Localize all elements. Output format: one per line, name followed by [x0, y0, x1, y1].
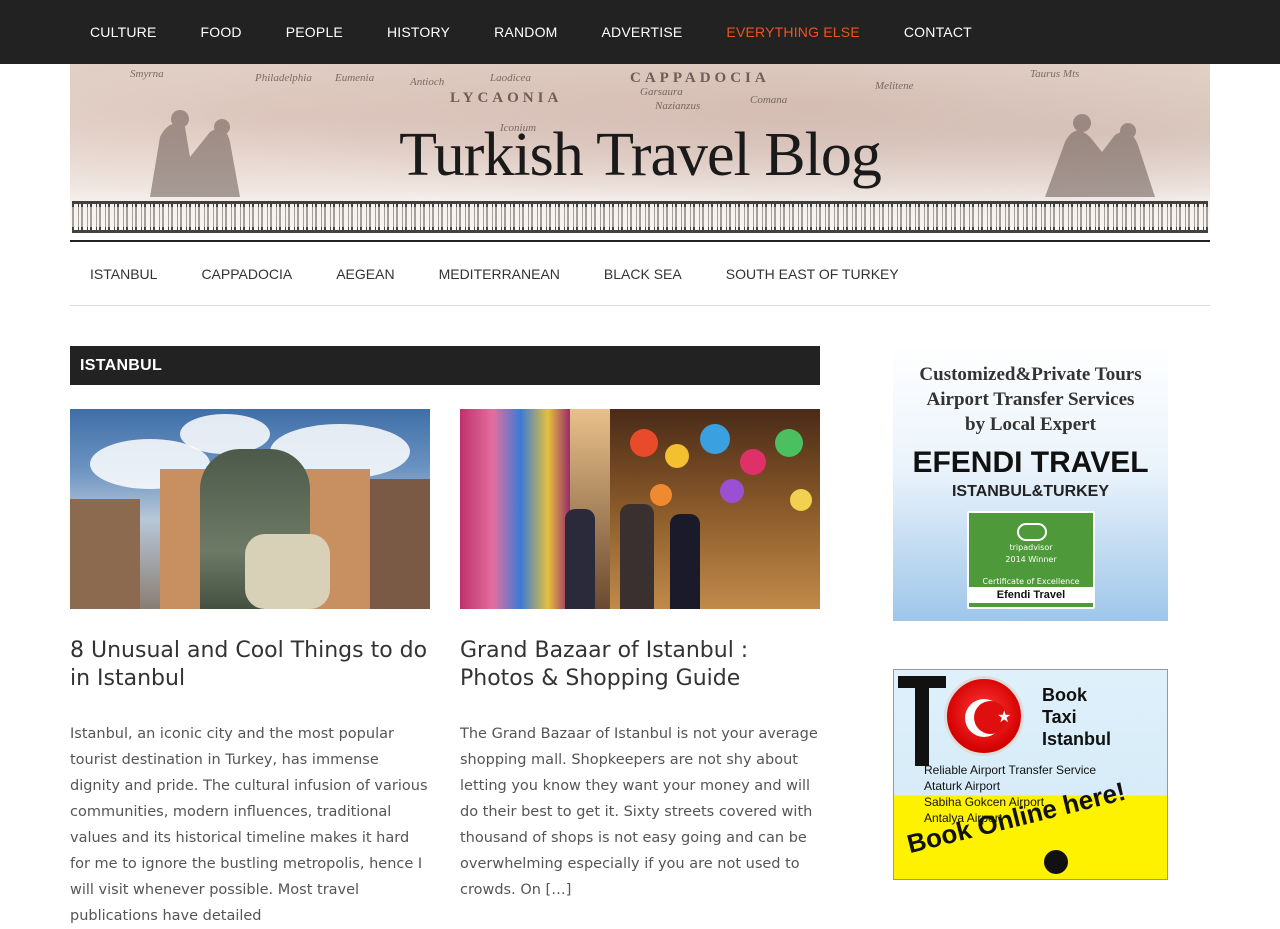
- region-nav-istanbul[interactable]: ISTANBUL: [70, 266, 179, 282]
- top-nav-list: CULTURE FOOD PEOPLE HISTORY RANDOM ADVER…: [0, 0, 1280, 64]
- top-nav-everything-else[interactable]: EVERYTHING ELSE: [704, 24, 881, 40]
- building: [70, 499, 140, 609]
- map-label: Nazianzus: [655, 100, 701, 112]
- map-label: LYCAONIA: [450, 90, 563, 106]
- post-excerpt: Istanbul, an iconic city and the most po…: [70, 726, 428, 924]
- region-nav-mediterranean[interactable]: MEDITERRANEAN: [419, 266, 582, 282]
- taxi-logo-icon: [898, 676, 946, 766]
- certificate-name: Efendi Travel: [969, 587, 1093, 603]
- ad-headline-line: Istanbul: [1042, 729, 1112, 749]
- region-nav: ISTANBUL CAPPADOCIA AEGEAN MEDITERRANEAN…: [70, 240, 1210, 306]
- map-label: Philadelphia: [255, 72, 312, 84]
- post-card: 8 Unusual and Cool Things to do in Istan…: [70, 409, 430, 929]
- map-label: CAPPADOCIA: [630, 70, 770, 86]
- lamp: [700, 424, 730, 454]
- lamp: [740, 449, 766, 475]
- lamp: [775, 429, 803, 457]
- post-thumbnail[interactable]: [460, 409, 820, 609]
- lamp: [630, 429, 658, 457]
- person-icon: [1044, 850, 1068, 874]
- lamp: [790, 489, 812, 511]
- certificate-brand: tripadvisor: [1009, 543, 1053, 552]
- site-title[interactable]: Turkish Travel Blog: [70, 120, 1210, 191]
- region-nav-black-sea[interactable]: BLACK SEA: [584, 266, 704, 282]
- certificate-label: Certificate of Excellence: [982, 577, 1080, 586]
- ad-subtitle: ISTANBUL&TURKEY: [951, 483, 1110, 500]
- ad-headline-line: Book: [1042, 685, 1087, 705]
- cloud: [180, 414, 270, 454]
- post-title[interactable]: Grand Bazaar of Istanbul : Photos & Shop…: [460, 637, 820, 693]
- book-taxi-istanbul-ad[interactable]: ★ Book Taxi Istanbul Reliable Airport Tr…: [893, 669, 1168, 880]
- post-thumbnail[interactable]: [70, 409, 430, 609]
- person: [670, 514, 700, 609]
- post-excerpt: The Grand Bazaar of Istanbul is not your…: [460, 726, 818, 898]
- lamp: [720, 479, 744, 503]
- person: [565, 509, 595, 609]
- post-card: Grand Bazaar of Istanbul : Photos & Shop…: [460, 409, 820, 903]
- textile-stall: [460, 409, 570, 609]
- ad-brand: EFENDI TRAVEL: [912, 446, 1149, 479]
- map-label: Antioch: [410, 76, 445, 88]
- lamp: [665, 444, 689, 468]
- archive-title: ISTANBUL: [70, 346, 820, 385]
- map-label: Melitene: [875, 80, 914, 92]
- region-nav-cappadocia[interactable]: CAPPADOCIA: [181, 266, 314, 282]
- person: [620, 504, 654, 609]
- ad-headline: by Local Expert: [965, 414, 1096, 435]
- map-label: Laodicea: [490, 72, 531, 84]
- top-nav-culture[interactable]: CULTURE: [68, 24, 178, 40]
- map-label: Garsaura: [640, 86, 683, 98]
- region-nav-south-east[interactable]: SOUTH EAST OF TURKEY: [706, 266, 921, 282]
- map-label: Smyrna: [130, 68, 164, 80]
- ad-headline: Customized&Private Tours: [919, 364, 1142, 385]
- ad-headline-line: Taxi: [1042, 707, 1077, 727]
- region-nav-list: ISTANBUL CAPPADOCIA AEGEAN MEDITERRANEAN…: [70, 242, 1210, 306]
- certificate-badge: tripadvisor 2014 Winner Certificate of E…: [967, 511, 1095, 609]
- greek-key-inner: [72, 207, 1208, 227]
- ad-headline: Airport Transfer Services: [926, 389, 1135, 410]
- map-label: Comana: [750, 94, 788, 106]
- mural-figure: [245, 534, 330, 609]
- ad-service-line: Reliable Airport Transfer Service: [924, 763, 1097, 777]
- lamp: [650, 484, 672, 506]
- turkish-flag-icon: ★: [944, 676, 1024, 756]
- certificate-year: 2014 Winner: [1005, 555, 1057, 564]
- top-nav-advertise[interactable]: ADVERTISE: [580, 24, 705, 40]
- top-nav-random[interactable]: RANDOM: [472, 24, 579, 40]
- post-title[interactable]: 8 Unusual and Cool Things to do in Istan…: [70, 637, 430, 693]
- top-nav: CULTURE FOOD PEOPLE HISTORY RANDOM ADVER…: [0, 0, 1280, 64]
- top-nav-contact[interactable]: CONTACT: [882, 24, 994, 40]
- map-label: Taurus Mts: [1030, 68, 1080, 80]
- top-nav-people[interactable]: PEOPLE: [264, 24, 365, 40]
- efendi-travel-ad[interactable]: Customized&Private Tours Airport Transfe…: [893, 346, 1168, 621]
- top-nav-history[interactable]: HISTORY: [365, 24, 472, 40]
- top-nav-food[interactable]: FOOD: [178, 24, 263, 40]
- region-nav-aegean[interactable]: AEGEAN: [316, 266, 416, 282]
- site-header-banner[interactable]: Smyrna Philadelphia Eumenia Antioch LYCA…: [70, 64, 1210, 240]
- map-label: Eumenia: [335, 72, 375, 84]
- tripadvisor-owl-icon: [1017, 523, 1047, 541]
- ad-headline: Book Taxi Istanbul: [1042, 684, 1162, 750]
